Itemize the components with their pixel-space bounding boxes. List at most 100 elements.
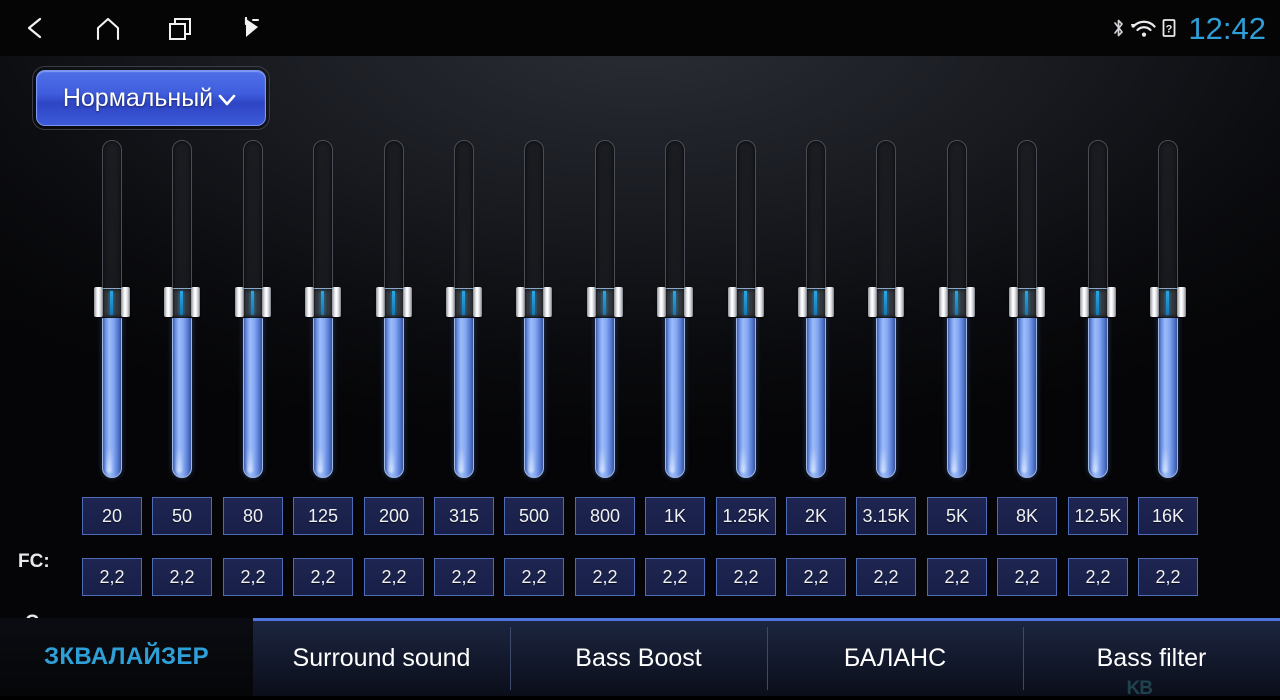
slider-thumb[interactable] xyxy=(587,287,623,318)
back-button[interactable] xyxy=(0,0,72,56)
slider-thumb[interactable] xyxy=(798,287,834,318)
tab-equalizer[interactable]: ЗКВАЛАЙЗЕР xyxy=(0,618,253,696)
home-button[interactable] xyxy=(72,0,144,56)
q-value-box[interactable]: 2,2 xyxy=(364,558,424,596)
q-value-box[interactable]: 2,2 xyxy=(434,558,494,596)
fc-value-box[interactable]: 200 xyxy=(364,497,424,535)
slider-thumb[interactable] xyxy=(376,287,412,318)
slider-thumb-cap-right xyxy=(755,287,764,317)
fc-value-box[interactable]: 16K xyxy=(1138,497,1198,535)
tab-item-1[interactable]: Surround sound xyxy=(253,618,510,696)
fc-value-box[interactable]: 80 xyxy=(223,497,283,535)
back-icon xyxy=(23,15,49,41)
slider-thumb[interactable] xyxy=(868,287,904,318)
q-value-box[interactable]: 2,2 xyxy=(716,558,776,596)
fc-value-box[interactable]: 50 xyxy=(152,497,212,535)
q-value-box[interactable]: 2,2 xyxy=(504,558,564,596)
slider-thumb[interactable] xyxy=(1080,287,1116,318)
band-slider[interactable] xyxy=(587,140,623,478)
fc-value-box[interactable]: 5K xyxy=(927,497,987,535)
tab-item-3[interactable]: БАЛАНС xyxy=(767,618,1023,696)
band-slider[interactable] xyxy=(1009,140,1045,478)
fc-value-box[interactable]: 125 xyxy=(293,497,353,535)
band-slider[interactable] xyxy=(1150,140,1186,478)
q-value-box[interactable]: 2,2 xyxy=(293,558,353,596)
preset-dropdown-button[interactable]: Нормальный xyxy=(32,66,270,130)
slider-fill xyxy=(384,302,404,478)
q-value-box[interactable]: 2,2 xyxy=(786,558,846,596)
slider-thumb-cap-left xyxy=(587,287,596,317)
q-value: 2,2 xyxy=(662,567,688,587)
slider-thumb-cap-right xyxy=(262,287,271,317)
band-slider[interactable] xyxy=(164,140,200,478)
slider-thumb[interactable] xyxy=(94,287,130,318)
band-slider[interactable] xyxy=(376,140,412,478)
slider-thumb-body xyxy=(453,288,475,318)
q-value: 2,2 xyxy=(521,567,547,587)
slider-thumb[interactable] xyxy=(1150,287,1186,318)
fc-value-box[interactable]: 12.5K xyxy=(1068,497,1128,535)
q-value-box[interactable]: 2,2 xyxy=(997,558,1057,596)
slider-thumb[interactable] xyxy=(235,287,271,318)
band-slider[interactable] xyxy=(305,140,341,478)
tab-item-2[interactable]: Bass Boost xyxy=(510,618,767,696)
flag-button[interactable] xyxy=(216,0,288,56)
home-icon xyxy=(94,15,122,41)
slider-thumb[interactable] xyxy=(516,287,552,318)
fc-value-box[interactable]: 20 xyxy=(82,497,142,535)
band-slider[interactable] xyxy=(516,140,552,478)
slider-fill xyxy=(454,302,474,478)
q-value-box[interactable]: 2,2 xyxy=(927,558,987,596)
slider-thumb-cap-left xyxy=(516,287,525,317)
fc-value-box[interactable]: 1.25K xyxy=(716,497,776,535)
band-slider[interactable] xyxy=(728,140,764,478)
slider-thumb-cap-right xyxy=(1107,287,1116,317)
tab-item-4[interactable]: Bass filter xyxy=(1023,618,1280,696)
slider-fill xyxy=(524,302,544,478)
slider-thumb[interactable] xyxy=(728,287,764,318)
fc-value-box[interactable]: 3.15K xyxy=(856,497,916,535)
q-value-box[interactable]: 2,2 xyxy=(152,558,212,596)
slider-thumb-cap-right xyxy=(1036,287,1045,317)
fc-value-box[interactable]: 8K xyxy=(997,497,1057,535)
q-value-box[interactable]: 2,2 xyxy=(645,558,705,596)
slider-thumb-cap-left xyxy=(728,287,737,317)
slider-thumb[interactable] xyxy=(446,287,482,318)
fc-value-box[interactable]: 500 xyxy=(504,497,564,535)
sim-unknown-icon: ? xyxy=(1162,17,1176,39)
tab-label: Bass Boost xyxy=(575,644,702,672)
slider-thumb[interactable] xyxy=(1009,287,1045,318)
band-slider[interactable] xyxy=(1080,140,1116,478)
recents-button[interactable] xyxy=(144,0,216,56)
fc-value-box[interactable]: 800 xyxy=(575,497,635,535)
slider-thumb-cap-left xyxy=(446,287,455,317)
slider-thumb[interactable] xyxy=(657,287,693,318)
band-slider[interactable] xyxy=(798,140,834,478)
band-slider[interactable] xyxy=(657,140,693,478)
status-indicators: ? 12:42 xyxy=(1111,0,1266,56)
slider-thumb[interactable] xyxy=(305,287,341,318)
slider-thumb-cap-right xyxy=(895,287,904,317)
band-slider[interactable] xyxy=(446,140,482,478)
slider-fill xyxy=(947,302,967,478)
slider-thumb[interactable] xyxy=(939,287,975,318)
fc-value-box[interactable]: 315 xyxy=(434,497,494,535)
slider-thumb-cap-right xyxy=(473,287,482,317)
fc-value-box[interactable]: 1K xyxy=(645,497,705,535)
band-slider[interactable] xyxy=(868,140,904,478)
band-slider[interactable] xyxy=(939,140,975,478)
slider-thumb-cap-right xyxy=(825,287,834,317)
q-value-box[interactable]: 2,2 xyxy=(1068,558,1128,596)
q-value-box[interactable]: 2,2 xyxy=(82,558,142,596)
fc-value-box[interactable]: 2K xyxy=(786,497,846,535)
q-value-box[interactable]: 2,2 xyxy=(223,558,283,596)
band-slider[interactable] xyxy=(94,140,130,478)
fc-value: 125 xyxy=(307,506,339,526)
slider-thumb[interactable] xyxy=(164,287,200,318)
band-slider[interactable] xyxy=(235,140,271,478)
q-value-box[interactable]: 2,2 xyxy=(856,558,916,596)
q-value-box[interactable]: 2,2 xyxy=(575,558,635,596)
q-value: 2,2 xyxy=(310,567,336,587)
svg-text:?: ? xyxy=(1166,24,1173,36)
q-value-box[interactable]: 2,2 xyxy=(1138,558,1198,596)
